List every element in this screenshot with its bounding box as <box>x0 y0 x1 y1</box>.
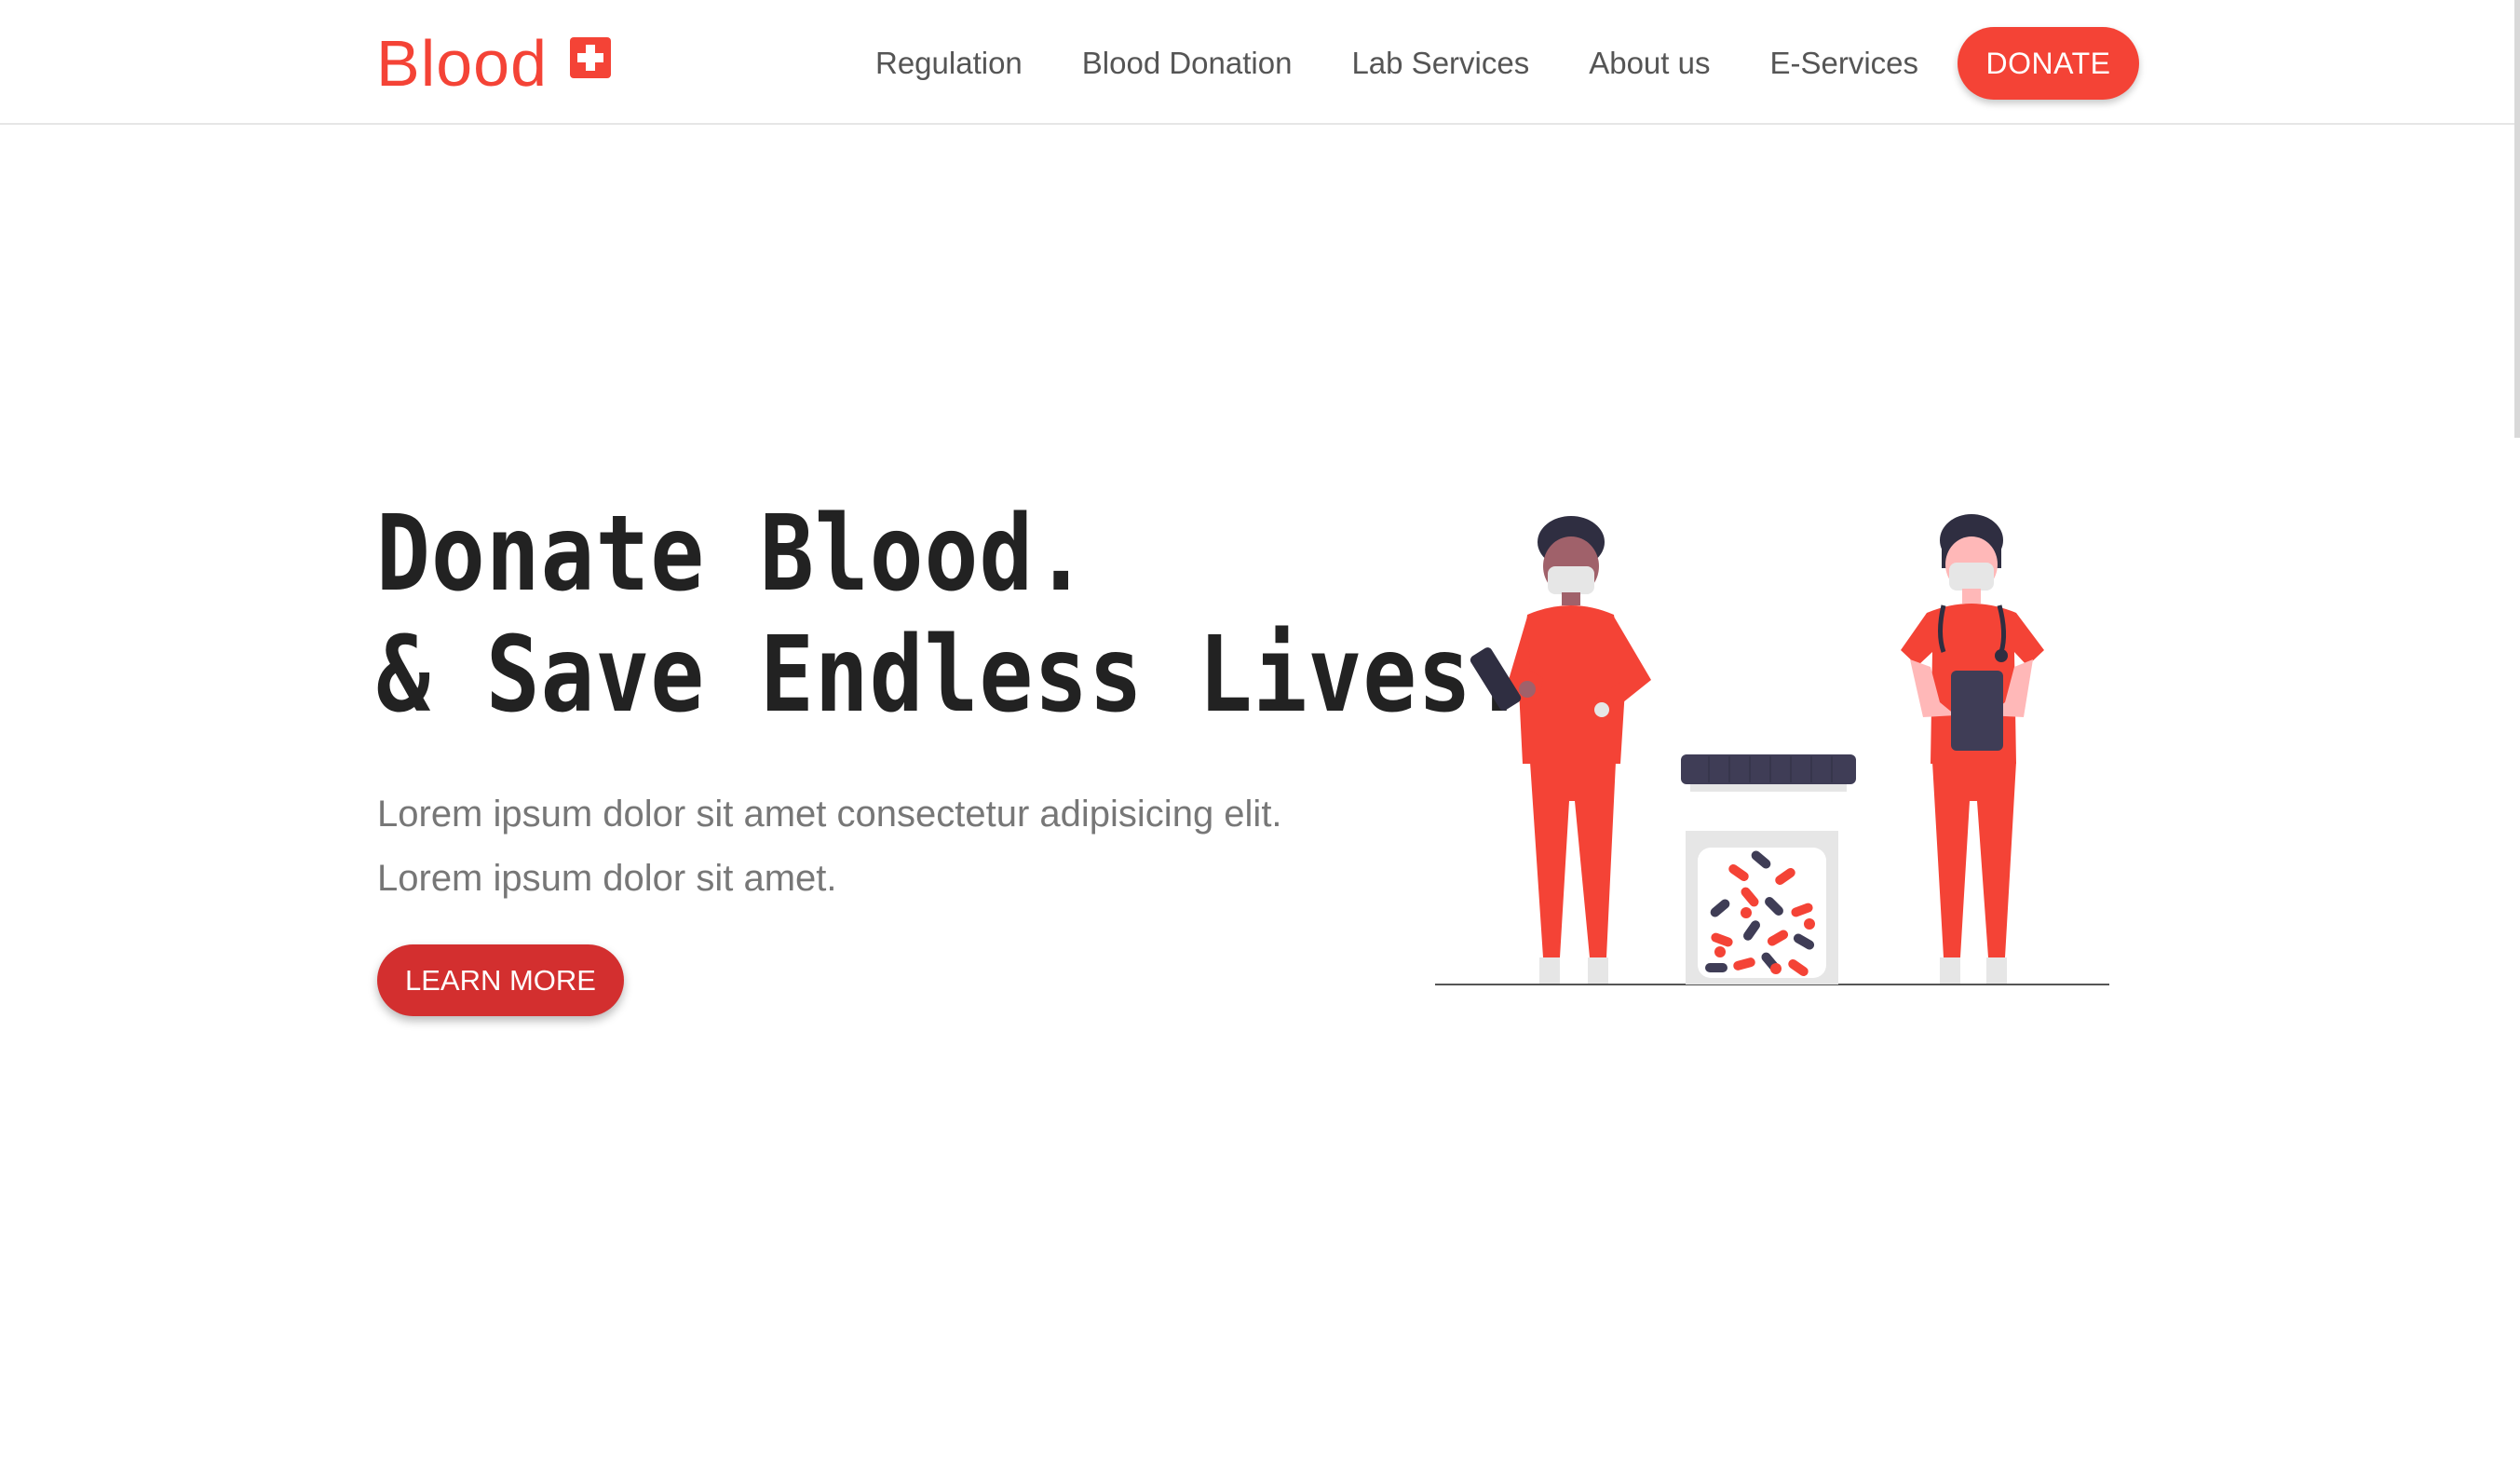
page: Blood Regulation Blood Donation Lab Serv… <box>0 0 2520 1480</box>
nav-item-blood-donation[interactable]: Blood Donation <box>1082 46 1293 81</box>
brand-name: Blood <box>376 27 549 100</box>
medical-cross-icon <box>570 37 612 78</box>
pill-jar <box>1681 754 1856 984</box>
nav-item-e-services[interactable]: E-Services <box>1769 46 1918 81</box>
nav-item-about-us[interactable]: About us <box>1589 46 1710 81</box>
doctor-left-figure <box>1470 516 1651 984</box>
nav-item-regulation[interactable]: Regulation <box>875 46 1023 81</box>
main-nav: Regulation Blood Donation Lab Services A… <box>875 28 1948 99</box>
nav-item-lab-services[interactable]: Lab Services <box>1351 46 1529 81</box>
donate-button[interactable]: DONATE <box>1958 27 2139 100</box>
hero-title: Donate Blood. & Save Endless Lives. <box>376 494 1527 736</box>
doctor-right-figure <box>1901 514 2044 984</box>
hero-subtitle: Lorem ipsum dolor sit amet consectetur a… <box>377 782 1448 911</box>
medical-staff-illustration <box>1435 514 2109 985</box>
learn-more-button[interactable]: LEARN MORE <box>377 944 624 1016</box>
scrollbar-thumb[interactable] <box>2514 0 2520 438</box>
brand-logo[interactable]: Blood <box>376 26 612 101</box>
hero-subtitle-line-2: Lorem ipsum dolor sit amet. <box>377 858 837 899</box>
hero-subtitle-line-1: Lorem ipsum dolor sit amet consectetur a… <box>377 794 1282 835</box>
hero-title-line-2: & Save Endless Lives. <box>376 615 1527 736</box>
navbar: Blood Regulation Blood Donation Lab Serv… <box>0 0 2520 125</box>
hero-title-line-1: Donate Blood. <box>376 494 1090 615</box>
